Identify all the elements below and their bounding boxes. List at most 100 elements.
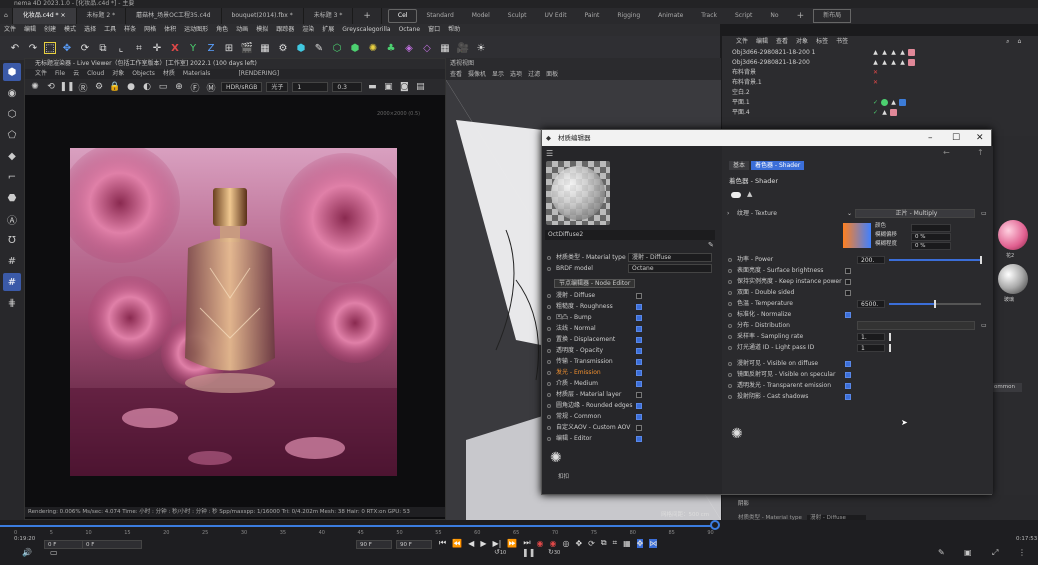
hamburger-icon[interactable]: ☰ (546, 149, 553, 158)
tab-doc-4[interactable]: bouquet(2014).fbx * (222, 8, 304, 24)
preview-toggle-2[interactable]: ▲ (747, 190, 752, 198)
prev-key-icon[interactable]: ⏪ (452, 539, 462, 548)
solo-icon[interactable]: ⬣ (3, 189, 21, 207)
blue-tag-icon[interactable] (899, 99, 906, 106)
channel-row[interactable]: 发光 - Emission (542, 367, 722, 378)
channel-checkbox[interactable] (636, 403, 642, 409)
layout-tab-uvedit[interactable]: UV Edit (536, 8, 576, 24)
next-key-icon[interactable]: ⏩ (507, 539, 517, 548)
lv-menu-objects[interactable]: Objects (132, 69, 155, 79)
transform-icon[interactable]: ⌗ (132, 41, 146, 55)
menu-tools[interactable]: 工具 (100, 24, 120, 36)
menu-window[interactable]: 窗口 (424, 24, 444, 36)
slider-handle[interactable] (889, 344, 891, 352)
channel-checkbox[interactable] (636, 293, 642, 299)
tri-tag-icon[interactable]: ▲ (899, 49, 906, 56)
focus-pick-icon[interactable]: Ⓕ (189, 81, 201, 94)
end-frame-field[interactable]: 90 F (356, 540, 392, 549)
vp-menu-panel[interactable]: 面板 (546, 70, 558, 80)
light-icon[interactable]: ☀ (474, 41, 488, 55)
om-menu-file[interactable]: 文件 (736, 36, 748, 48)
x-axis-icon[interactable]: X (168, 41, 182, 55)
more-icon[interactable]: ⋮ (1018, 548, 1026, 557)
keyframe-dot-icon[interactable] (547, 338, 551, 342)
menu-simulate[interactable]: 模拟 (252, 24, 272, 36)
model-mode-icon[interactable]: ⬢ (3, 63, 21, 81)
menu-tracker[interactable]: 跟踪器 (272, 24, 298, 36)
layout-tab-script[interactable]: Script (726, 8, 761, 24)
current-frame-field[interactable]: 0 F (82, 540, 142, 549)
channel-row[interactable]: 漫射 - Diffuse (542, 290, 722, 301)
keyframe-dot-icon[interactable] (547, 349, 551, 353)
channel-checkbox[interactable] (636, 414, 642, 420)
move-icon[interactable]: ✥ (60, 41, 74, 55)
prop-select[interactable]: Octane (628, 264, 712, 273)
channel-row[interactable]: 编辑 - Editor (542, 433, 722, 444)
goto-end-icon[interactable]: ⏭ (523, 538, 530, 548)
emission-value-field[interactable]: 1. (857, 332, 885, 341)
layout-tab-standard[interactable]: Standard (417, 8, 462, 24)
keyframe-dot-icon[interactable] (547, 415, 551, 419)
keyframe-dot-icon[interactable] (728, 258, 732, 262)
channel-row[interactable]: 透明度 - Opacity (542, 345, 722, 356)
lv-menu-materials-cn[interactable]: 材质 (163, 69, 175, 79)
pink-tag-icon[interactable] (908, 49, 915, 56)
om-menu-tag[interactable]: 标签 (816, 36, 828, 48)
menu-mograph[interactable]: 运动图形 (180, 24, 212, 36)
om-menu-view[interactable]: 查看 (776, 36, 788, 48)
axis-icon[interactable]: ✛ (150, 41, 164, 55)
keyframe-dot-icon[interactable] (728, 395, 732, 399)
lock-icon[interactable]: 🔒 (109, 81, 121, 93)
object-row[interactable]: 平面.4 ✓ ▲ (722, 108, 1038, 118)
node-editor-button[interactable]: 节点编辑器 - Node Editor (554, 279, 636, 288)
keyframe-dot-icon[interactable] (547, 316, 551, 320)
eyedropper-icon[interactable]: ✎ (708, 241, 714, 249)
keyframe-dot-icon[interactable] (547, 404, 551, 408)
camera-icon[interactable]: 🎥 (456, 41, 470, 55)
tri-tag-icon[interactable]: ▲ (899, 59, 906, 66)
texture-expand-icon[interactable]: › (727, 208, 729, 219)
lv-field-1[interactable]: 1 (292, 82, 329, 92)
emission-checkbox[interactable] (845, 394, 851, 400)
pink-tag-icon[interactable] (908, 59, 915, 66)
axis-mode-icon[interactable]: ⌐ (3, 168, 21, 186)
grid-snap-icon[interactable]: # (3, 252, 21, 270)
skip-back-button[interactable]: ↺10 (494, 548, 506, 556)
key-pos-icon[interactable]: ✥ (575, 539, 582, 548)
channel-checkbox[interactable] (636, 315, 642, 321)
layout-tab-sculpt[interactable]: Sculpt (499, 8, 536, 24)
keyframe-dot-icon[interactable] (547, 327, 551, 331)
render-picture-icon[interactable]: ▦ (258, 41, 272, 55)
keyframe-dot-icon[interactable] (728, 302, 732, 306)
coordinate-icon[interactable]: ⊞ (222, 41, 236, 55)
om-search-icon[interactable]: ⌕ (1006, 36, 1009, 48)
record-icon[interactable]: ◉ (537, 539, 544, 548)
layout-tab-model[interactable]: Model (463, 8, 499, 24)
layout-tab-track[interactable]: Track (692, 8, 726, 24)
channel-row[interactable]: 传输 - Transmission (542, 356, 722, 367)
lv-menu-file[interactable]: File (55, 69, 65, 79)
object-row[interactable]: 布料背景.1 ✕ (722, 78, 1038, 88)
magnet-icon[interactable]: Ʊ (3, 231, 21, 249)
new-layout-button[interactable]: 新布局 (813, 9, 852, 23)
menu-mode[interactable]: 模式 (60, 24, 80, 36)
pen-annotate-icon[interactable]: ✎ (938, 548, 945, 557)
close-button[interactable]: ✕ (976, 130, 984, 146)
vp-menu-options[interactable]: 选项 (510, 70, 522, 80)
keyframe-dot-icon[interactable] (728, 280, 732, 284)
layout-tab-cel[interactable]: Cel (387, 9, 418, 23)
next-frame-icon[interactable]: ▶| (492, 539, 501, 548)
skip-fwd-button[interactable]: ↻30 (548, 548, 560, 556)
lv-menu-objects-cn[interactable]: 对象 (112, 69, 124, 79)
check-tag-icon[interactable]: ✓ (872, 109, 879, 116)
scale-icon[interactable]: ⧉ (96, 41, 110, 55)
texture-blend-select[interactable]: 正片 - Multiply (855, 209, 975, 218)
common-button[interactable]: ommon (992, 383, 1022, 392)
vp-menu-filter[interactable]: 过滤 (528, 70, 540, 80)
channel-row[interactable]: 常规 - Common (542, 411, 722, 422)
keyframe-dot-icon[interactable] (547, 294, 551, 298)
texture-dropdown-icon[interactable]: ⌄ (847, 208, 852, 219)
point-mode-icon[interactable]: ⬡ (3, 105, 21, 123)
keyframe-dot-icon[interactable] (547, 256, 551, 260)
key-rot-icon[interactable]: ⟳ (588, 539, 595, 548)
